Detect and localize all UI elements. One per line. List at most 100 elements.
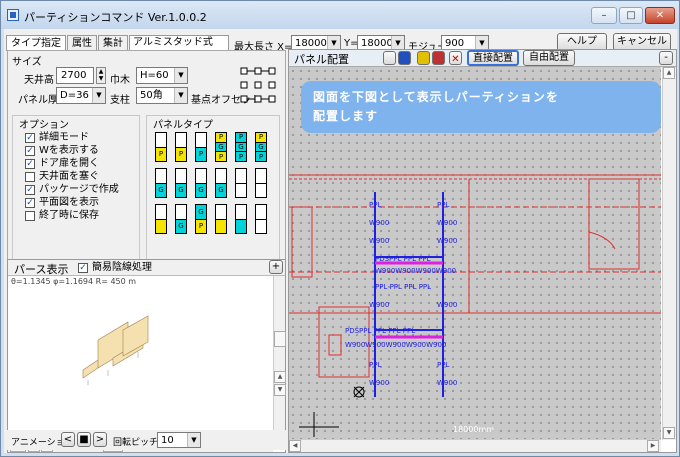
panel-type-p2[interactable]: P: [175, 132, 187, 162]
rotation-pitch-combo[interactable]: 10 ▼: [157, 432, 201, 448]
panel-type-y[interactable]: [155, 204, 167, 234]
perspective-vscroll[interactable]: ▲ ▼: [273, 276, 286, 438]
close-button[interactable]: ✕: [645, 7, 675, 24]
open-door-checkbox[interactable]: ✓ ドア扉を開く: [25, 158, 99, 170]
banner-line-1: 図面を下図として表示しパーティションを: [313, 90, 559, 104]
panel-type-p[interactable]: P: [155, 132, 167, 162]
svg-text:W900: W900: [437, 379, 457, 387]
panel-type-blank2[interactable]: [255, 168, 267, 198]
plan-canvas[interactable]: PPL W900 W900 PPL W900 W900 PDSPPL PPL PPL W9…: [289, 67, 661, 440]
panel-type-pgp3[interactable]: PGP: [255, 132, 267, 162]
panel-types-label: パネルタイプ: [153, 120, 213, 131]
rotation-pitch-label: 回転ピッチ: [113, 438, 159, 448]
panel-type-c[interactable]: [235, 204, 247, 234]
options-group: オプション ✓ 詳細モード ✓ Wを表示する ✓ ドア扉を開く 天井面を塞ぐ ✓ パッケ…: [12, 115, 140, 263]
anim-prev-button[interactable]: <: [61, 432, 75, 447]
options-group-label: オプション: [19, 120, 69, 131]
svg-text:PPL: PPL: [437, 201, 449, 209]
client-area: タイプ指定 属性 集計 アルミスタッド式 最大長さ X= 18000 ▼ Y= 1…: [4, 29, 677, 453]
3d-model-view[interactable]: [78, 310, 158, 390]
create-package-checkbox[interactable]: ✓ パッケージで作成: [25, 184, 119, 196]
chevron-down-icon: ▼: [174, 68, 187, 83]
panel-color-icon[interactable]: [417, 51, 430, 65]
plan-hscroll[interactable]: ◀ ▶: [289, 439, 661, 452]
panel-type-gp[interactable]: GP: [195, 204, 207, 234]
banner-line-2: 配置します: [313, 109, 379, 123]
tab-bar: タイプ指定 属性 集計: [6, 35, 129, 51]
checkbox-icon: ✓: [25, 146, 35, 156]
svg-text:W900: W900: [437, 219, 457, 227]
panel-type-g3[interactable]: G: [195, 168, 207, 198]
offset-selector-icon[interactable]: [239, 65, 279, 105]
scroll-up-icon[interactable]: ▲: [663, 67, 675, 79]
free-placement-button[interactable]: 自由配置: [523, 50, 575, 66]
detail-mode-checkbox[interactable]: ✓ 詳細モード: [25, 132, 89, 144]
panel-type-blank[interactable]: [235, 168, 247, 198]
panel-type-blank3[interactable]: [255, 204, 267, 234]
clear-icon[interactable]: ✕: [449, 51, 462, 65]
svg-text:PPL PPL PPL PPL: PPL PPL PPL PPL: [375, 283, 431, 291]
perspective-header: パース表示 ✓ 簡易陰線処理 +: [8, 260, 285, 276]
tab-attributes[interactable]: 属性: [67, 35, 97, 51]
panel-type-y2[interactable]: [215, 204, 227, 234]
panel-tool-icon[interactable]: [398, 51, 411, 65]
svg-text:W900: W900: [437, 301, 457, 309]
collapse-button[interactable]: -: [659, 51, 673, 65]
simple-hidden-line-checkbox[interactable]: ✓ 簡易陰線処理: [78, 262, 152, 274]
svg-text:PDSPPL PPL PPL: PDSPPL PPL PPL: [375, 255, 431, 263]
scroll-down-icon[interactable]: ▼: [663, 427, 675, 439]
checkbox-icon: [25, 211, 35, 221]
ceiling-label: 天井高: [24, 75, 54, 86]
scroll-up-icon[interactable]: ▲: [274, 371, 286, 383]
svg-text:PPL: PPL: [369, 361, 381, 369]
title-bar: パーティションコマンド Ver.1.0.0.2 – □ ✕: [1, 1, 679, 29]
show-w-checkbox[interactable]: ✓ Wを表示する: [25, 145, 99, 157]
anim-stop-button[interactable]: ■: [77, 432, 91, 447]
scroll-right-icon[interactable]: ▶: [647, 440, 659, 452]
ceiling-height-input[interactable]: 2700: [56, 67, 94, 84]
tab-type[interactable]: タイプ指定: [6, 35, 66, 51]
checkbox-icon: ✓: [25, 198, 35, 208]
ceiling-spinner[interactable]: ▲ ▼: [96, 67, 106, 84]
maximize-button[interactable]: □: [619, 7, 643, 24]
svg-text:W900: W900: [437, 237, 457, 245]
svg-text:W900: W900: [369, 301, 389, 309]
tab-summary[interactable]: 集計: [98, 35, 128, 51]
expand-button[interactable]: +: [269, 260, 283, 274]
close-ceiling-checkbox[interactable]: 天井面を塞ぐ: [25, 171, 99, 183]
chevron-down-icon: ▼: [187, 433, 200, 447]
window-title: パーティションコマンド Ver.1.0.0.2: [24, 11, 207, 24]
type-name-field[interactable]: アルミスタッド式: [129, 35, 229, 51]
svg-text:PPL: PPL: [369, 201, 381, 209]
panel-type-p3[interactable]: P: [195, 132, 207, 162]
perspective-panel: パース表示 ✓ 簡易陰線処理 + θ=1.1345 φ=1.1694 R= 450…: [7, 259, 286, 453]
plan-vscroll[interactable]: ▲ ▼: [662, 67, 676, 440]
animation-bar: アニメーション < ■ > 回転ピッチ 10 ▼: [7, 430, 286, 450]
show-plan-checkbox[interactable]: ✓ 平面図を表示: [25, 197, 99, 209]
panel-type-pgp2[interactable]: PGP: [235, 132, 247, 162]
panel-type-g2[interactable]: G: [175, 168, 187, 198]
panel-type-pgp[interactable]: PGP: [215, 132, 227, 162]
scroll-left-icon[interactable]: ◀: [289, 440, 301, 452]
svg-text:W900: W900: [369, 237, 389, 245]
save-on-exit-checkbox[interactable]: 終了時に保存: [25, 210, 99, 222]
column-combo[interactable]: 50角 ▼: [136, 87, 188, 104]
panel-thickness-combo[interactable]: D=36 ▼: [56, 87, 106, 104]
baseboard-combo[interactable]: H=60 ▼: [136, 67, 188, 84]
direct-placement-button[interactable]: 直接配置: [467, 50, 519, 66]
svg-text:W900W900W900W900: W900W900W900W900: [375, 267, 456, 275]
scroll-down-icon[interactable]: ▼: [274, 384, 286, 396]
panel-type-g[interactable]: G: [155, 168, 167, 198]
checkbox-icon: ✓: [25, 159, 35, 169]
scroll-thumb[interactable]: [274, 331, 286, 347]
checkbox-icon: [25, 172, 35, 182]
new-doc-icon[interactable]: [383, 51, 396, 65]
panel-type-g5[interactable]: G: [175, 204, 187, 234]
checkbox-icon: ✓: [25, 185, 35, 195]
panel-type-g4[interactable]: G: [215, 168, 227, 198]
svg-text:W900: W900: [369, 219, 389, 227]
anim-next-button[interactable]: >: [93, 432, 107, 447]
minimize-button[interactable]: –: [591, 7, 617, 24]
perspective-title: パース表示: [14, 263, 69, 276]
delete-icon[interactable]: [432, 51, 445, 65]
